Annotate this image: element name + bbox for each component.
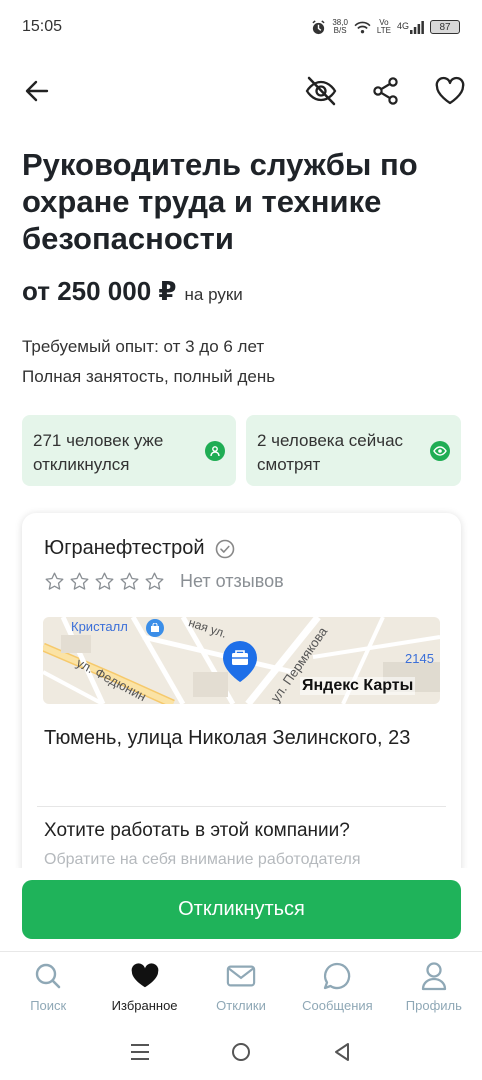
arrow-left-icon: [25, 80, 49, 102]
salary-amount: от 250 000 ₽: [22, 276, 177, 306]
top-toolbar: [0, 68, 482, 114]
search-icon: [33, 961, 63, 991]
eye-icon: [430, 441, 450, 461]
home-button[interactable]: [226, 1037, 256, 1067]
responded-text: 271 человек уже откликнулся: [33, 431, 164, 474]
system-back-button[interactable]: [327, 1037, 357, 1067]
tab-label: Профиль: [405, 998, 462, 1013]
watching-text: 2 человека сейчас смотрят: [257, 431, 404, 474]
star-icon: [45, 572, 64, 590]
tab-responses[interactable]: Отклики: [193, 952, 289, 1024]
bottom-tab-bar: Поиск Избранное Отклики Сообщения Профил…: [0, 951, 482, 1024]
recent-apps-button[interactable]: [125, 1037, 155, 1067]
system-nav-bar: [0, 1024, 482, 1080]
menu-icon: [131, 1044, 150, 1060]
cta-title[interactable]: Хотите работать в этой компании?: [44, 820, 350, 842]
map-label-store: Кристалл: [71, 619, 128, 634]
person-icon: [205, 441, 225, 461]
star-icon: [120, 572, 139, 590]
map-number: 2145: [405, 651, 434, 666]
salary: от 250 000 ₽ на руки: [22, 276, 243, 307]
star-icon: [145, 572, 164, 590]
chat-icon: [322, 961, 352, 991]
rating-stars: [44, 571, 165, 592]
share-icon: [373, 77, 398, 105]
status-bar: 15:05 38,0 B/S Vo LTE 4G 87: [0, 0, 482, 54]
back-button[interactable]: [18, 72, 56, 110]
divider: [37, 806, 446, 807]
heart-icon: [130, 961, 160, 991]
tab-label: Отклики: [216, 998, 266, 1013]
network-speed: 38,0 B/S: [332, 18, 348, 35]
triangle-back-icon: [334, 1043, 349, 1061]
map-brand: Яндекс Карты: [300, 677, 416, 695]
heart-outline-icon: [435, 76, 465, 105]
rating-row[interactable]: Нет отзывов: [44, 571, 284, 592]
watching-card: 2 человека сейчас смотрят: [246, 415, 461, 486]
company-card[interactable]: Югранефтестрой Нет отзывов Кристалл ная: [22, 513, 461, 883]
apply-bar: Откликнуться: [0, 868, 482, 951]
vacancy-title: Руководитель службы по охране труда и те…: [22, 147, 418, 256]
cta-subtitle: Обратите на себя внимание работодателя: [44, 851, 361, 868]
company-address: Тюмень, улица Николая Зелинского, 23: [44, 727, 411, 749]
status-icons: 38,0 B/S Vo LTE 4G 87: [311, 19, 460, 35]
tab-messages[interactable]: Сообщения: [289, 952, 385, 1024]
favorite-button[interactable]: [431, 72, 469, 110]
volte-indicator: Vo LTE: [376, 18, 391, 35]
signal-icon: 4G: [397, 20, 424, 34]
user-icon: [419, 961, 449, 991]
eye-off-icon: [305, 76, 337, 106]
employment-text: Полная занятость, полный день: [22, 367, 276, 386]
star-icon: [70, 572, 89, 590]
company-name-row[interactable]: Югранефтестрой: [44, 537, 235, 560]
star-icon: [95, 572, 114, 590]
tab-favorites[interactable]: Избранное: [96, 952, 192, 1024]
responded-card: 271 человек уже откликнулся: [22, 415, 236, 486]
tab-label: Избранное: [111, 998, 178, 1013]
tab-search[interactable]: Поиск: [0, 952, 96, 1024]
experience-text: Требуемый опыт: от 3 до 6 лет: [22, 337, 265, 356]
shopping-bag-icon: [146, 619, 164, 637]
apply-button[interactable]: Откликнуться: [22, 880, 461, 939]
company-map[interactable]: Кристалл ная ул. ул. Федюнин ул. Пермяко…: [43, 617, 440, 704]
alarm-icon: [311, 19, 326, 35]
circle-icon: [231, 1043, 250, 1061]
status-time: 15:05: [22, 18, 63, 35]
tab-label: Поиск: [30, 998, 67, 1013]
verified-icon: [215, 539, 234, 558]
battery-indicator: 87: [430, 20, 460, 34]
mail-icon: [226, 961, 256, 991]
tab-profile[interactable]: Профиль: [386, 952, 482, 1024]
salary-note: на руки: [184, 285, 243, 304]
share-button[interactable]: [367, 72, 405, 110]
reviews-text: Нет отзывов: [180, 571, 284, 591]
hide-vacancy-button[interactable]: [302, 72, 340, 110]
tab-label: Сообщения: [302, 998, 373, 1013]
wifi-icon: [354, 21, 371, 34]
company-name[interactable]: Югранефтестрой: [44, 537, 205, 560]
map-pin-icon: [219, 639, 261, 688]
